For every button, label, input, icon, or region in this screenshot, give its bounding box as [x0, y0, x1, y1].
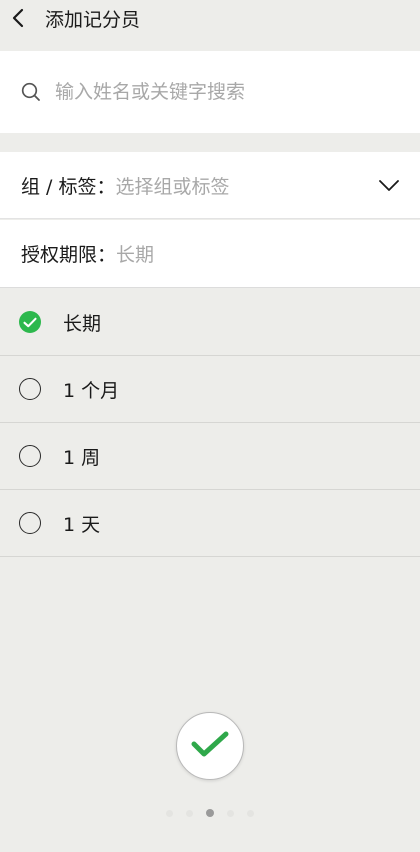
page-dot — [186, 809, 193, 817]
group-tag-label: 组 / 标签： — [21, 175, 116, 198]
checkmark-icon — [190, 730, 230, 762]
search-icon — [21, 81, 43, 103]
authorization-period-row: 授权期限： 长期 — [0, 220, 420, 288]
period-option[interactable]: 1 周 — [0, 423, 420, 490]
period-option-label: 1 个月 — [63, 379, 120, 402]
page-dot — [247, 809, 254, 817]
authorization-period-label: 授权期限： — [21, 244, 117, 266]
search-bar — [0, 51, 420, 133]
page-title: 添加记分员 — [45, 8, 141, 31]
authorization-period-value: 长期 — [116, 244, 155, 266]
search-input[interactable] — [53, 80, 377, 104]
page-dot — [227, 809, 234, 817]
period-option[interactable]: 1 个月 — [0, 356, 420, 423]
group-tag-placeholder: 选择组或标签 — [115, 175, 230, 198]
page-dot-active — [206, 809, 214, 817]
page-dot — [166, 809, 173, 817]
back-arrow-icon[interactable] — [12, 7, 32, 29]
page-indicator — [0, 809, 420, 817]
radio-unchecked-icon[interactable] — [19, 512, 41, 534]
period-option-label: 1 天 — [63, 513, 101, 536]
radio-unchecked-icon[interactable] — [19, 445, 41, 467]
group-tag-selector[interactable]: 组 / 标签： 选择组或标签 — [0, 152, 420, 219]
header-bar: 添加记分员 — [0, 0, 420, 36]
period-option[interactable]: 长期 — [0, 289, 420, 356]
chevron-down-icon[interactable] — [378, 178, 400, 192]
period-option[interactable]: 1 天 — [0, 490, 420, 557]
confirm-button[interactable] — [176, 712, 244, 780]
period-option-label: 长期 — [63, 312, 102, 335]
radio-unchecked-icon[interactable] — [19, 378, 41, 400]
period-option-label: 1 周 — [63, 446, 101, 469]
radio-checked-icon[interactable] — [19, 311, 41, 333]
period-option-list: 长期 1 个月 1 周 1 天 — [0, 289, 420, 557]
